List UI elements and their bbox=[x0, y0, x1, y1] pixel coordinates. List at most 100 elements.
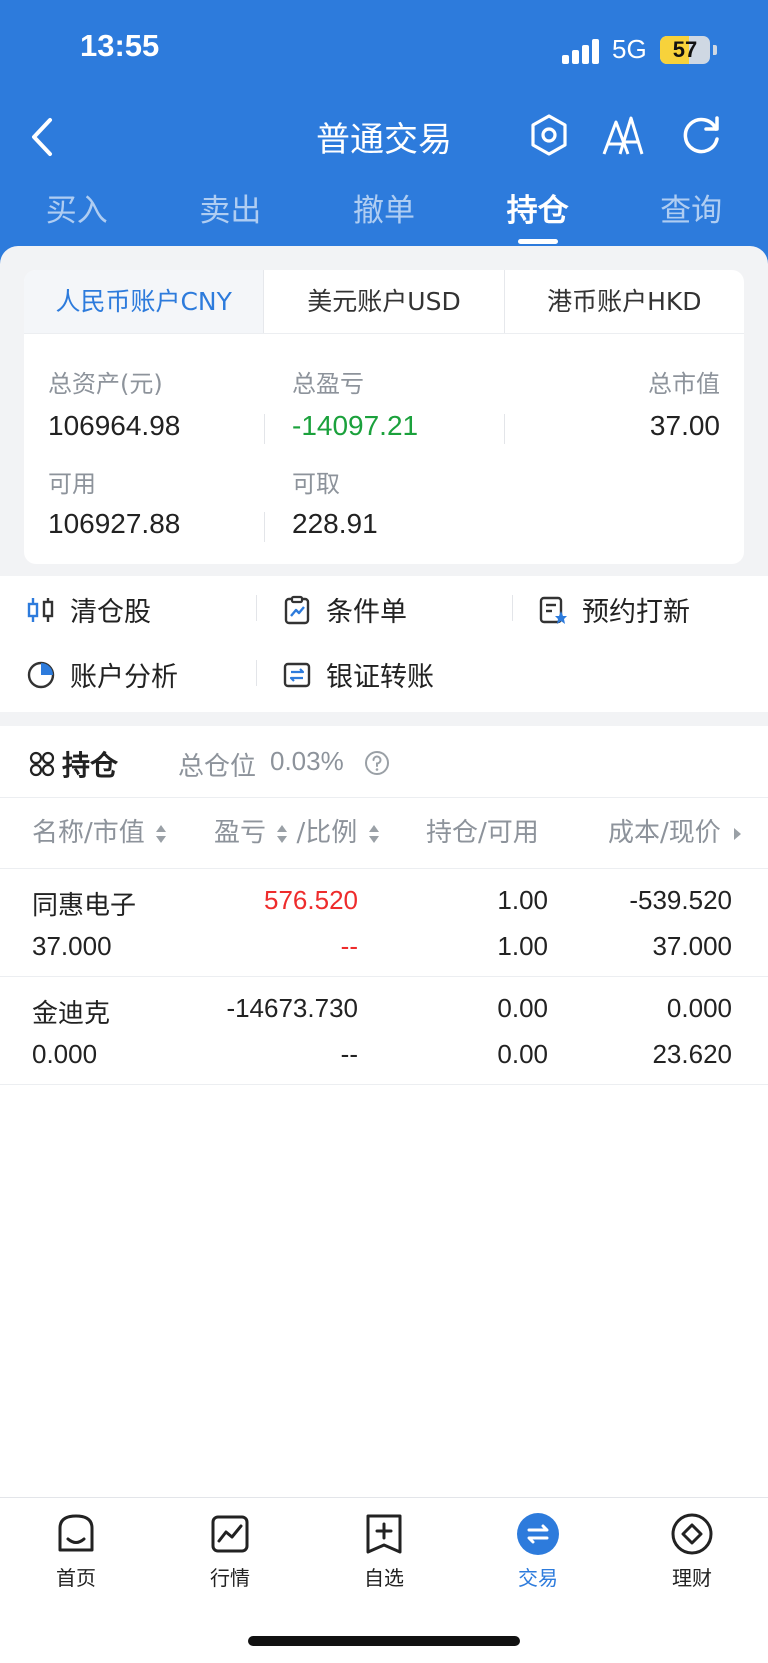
help-icon[interactable] bbox=[364, 750, 390, 776]
refresh-icon bbox=[683, 116, 719, 154]
current-price: 37.000 bbox=[652, 931, 732, 961]
bank-transfer-button[interactable]: 银证转账 bbox=[282, 655, 434, 694]
sort-icon bbox=[368, 824, 379, 843]
nav-home-label: 首页 bbox=[56, 1566, 96, 1590]
sort-icon bbox=[156, 824, 167, 843]
account-analysis-button[interactable]: 账户分析 bbox=[26, 655, 178, 694]
divider bbox=[264, 414, 265, 444]
clear-stock-icon bbox=[27, 597, 54, 622]
ipo-subscribe-icon bbox=[539, 596, 567, 624]
page-title: 普通交易 bbox=[316, 120, 452, 160]
total-pnl-value: -14097.21 bbox=[292, 410, 419, 441]
col-cost-price[interactable]: 成本/现价 bbox=[608, 798, 743, 868]
col-holding-available: 持仓/可用 bbox=[426, 818, 539, 848]
cost-price: 0.000 bbox=[666, 993, 732, 1023]
col-cost-label: 成本/现价 bbox=[608, 818, 721, 848]
section-separator bbox=[0, 712, 768, 726]
header-bar: 13:55 5G 57 普通交易 买入 卖出 撤单 持仓 查询 bbox=[0, 0, 768, 270]
tab-sell[interactable]: 卖出 bbox=[154, 188, 308, 248]
account-analysis-label: 账户分析 bbox=[70, 662, 178, 693]
col-pnl-label: 盈亏 bbox=[214, 818, 267, 848]
settings-button[interactable] bbox=[526, 112, 572, 158]
pie-chart-icon bbox=[27, 661, 55, 688]
battery-tip bbox=[713, 45, 717, 55]
tab-hkd-account[interactable]: 港币账户HKD bbox=[503, 270, 744, 333]
clear-stock-button[interactable]: 清仓股 bbox=[26, 590, 151, 629]
condition-order-label: 条件单 bbox=[326, 597, 407, 628]
positions-grid-icon bbox=[29, 751, 55, 777]
nav-home[interactable]: 首页 bbox=[16, 1512, 136, 1591]
tab-cancel[interactable]: 撤单 bbox=[307, 188, 461, 248]
pnl-ratio: -- bbox=[340, 931, 358, 961]
refresh-button[interactable] bbox=[678, 112, 724, 158]
account-card: 人民币账户CNY 美元账户USD 港币账户HKD 总资产(元) 106964.9… bbox=[24, 270, 744, 564]
position-ratio-value: 0.03% bbox=[270, 746, 344, 776]
col-name-label: 名称/市值 bbox=[32, 818, 145, 848]
available-qty: 0.00 bbox=[497, 1039, 548, 1069]
font-size-icon bbox=[602, 116, 644, 155]
market-value: 0.000 bbox=[32, 1039, 98, 1069]
nav-wealth[interactable]: 理财 bbox=[632, 1512, 752, 1591]
account-panel: 人民币账户CNY 美元账户USD 港币账户HKD 总资产(元) 106964.9… bbox=[0, 246, 768, 576]
total-market-value-label: 总市值 bbox=[648, 370, 720, 398]
back-icon bbox=[32, 118, 52, 156]
available-label: 可用 bbox=[48, 470, 96, 498]
market-value: 37.000 bbox=[32, 931, 112, 961]
total-market-value: 37.00 bbox=[649, 410, 720, 441]
col-pnl-ratio[interactable]: 盈亏 /比例 bbox=[214, 798, 380, 868]
tab-positions[interactable]: 持仓 bbox=[461, 188, 615, 248]
withdrawable-label: 可取 bbox=[292, 470, 340, 498]
col-name-market-value[interactable]: 名称/市值 bbox=[32, 798, 167, 868]
stock-name: 同惠电子 bbox=[32, 891, 137, 921]
divider bbox=[264, 512, 265, 542]
wealth-icon bbox=[671, 1513, 713, 1555]
withdrawable-value: 228.91 bbox=[292, 508, 378, 539]
available-value: 106927.88 bbox=[48, 508, 181, 539]
nav-trade-label: 交易 bbox=[518, 1566, 558, 1590]
cost-price: -539.520 bbox=[629, 885, 732, 915]
table-row[interactable]: 同惠电子 37.000 576.520 -- 1.00 1.00 -539.52… bbox=[0, 869, 768, 977]
status-time: 13:55 bbox=[80, 28, 160, 63]
tab-cny-account[interactable]: 人民币账户CNY bbox=[24, 270, 264, 333]
nav-market[interactable]: 行情 bbox=[170, 1512, 290, 1591]
home-icon bbox=[58, 1514, 94, 1552]
battery-level: 57 bbox=[672, 37, 698, 62]
divider bbox=[504, 414, 505, 444]
positions-header: 持仓 总仓位 0.03% bbox=[0, 726, 768, 798]
table-row[interactable]: 金迪克 0.000 -14673.730 -- 0.00 0.00 0.000 … bbox=[0, 977, 768, 1085]
divider bbox=[256, 595, 257, 621]
current-price: 23.620 bbox=[652, 1039, 732, 1069]
pnl-value: 576.520 bbox=[264, 885, 358, 915]
nav-trade[interactable]: 交易 bbox=[478, 1512, 598, 1591]
back-button[interactable] bbox=[24, 112, 64, 162]
nav-watchlist-label: 自选 bbox=[364, 1566, 404, 1590]
sort-icon bbox=[277, 824, 288, 843]
font-size-button[interactable] bbox=[600, 112, 646, 158]
trade-icon bbox=[517, 1513, 559, 1555]
battery-icon: 57 bbox=[660, 36, 710, 64]
signal-icon bbox=[562, 38, 602, 64]
network-type: 5G bbox=[612, 34, 647, 64]
nav-watchlist[interactable]: 自选 bbox=[324, 1512, 444, 1591]
tab-query[interactable]: 查询 bbox=[614, 188, 768, 248]
nav-market-label: 行情 bbox=[210, 1566, 250, 1590]
pnl-value: -14673.730 bbox=[226, 993, 358, 1023]
tab-buy[interactable]: 买入 bbox=[0, 188, 154, 248]
condition-order-button[interactable]: 条件单 bbox=[282, 590, 407, 629]
col-ratio-label: /比例 bbox=[296, 818, 358, 848]
settings-hex-icon bbox=[531, 114, 567, 156]
transfer-icon bbox=[283, 662, 311, 687]
total-assets-value: 106964.98 bbox=[48, 410, 181, 441]
holding-qty: 1.00 bbox=[497, 885, 548, 915]
nav-wealth-label: 理财 bbox=[672, 1566, 712, 1590]
total-pnl-label: 总盈亏 bbox=[292, 370, 364, 398]
market-icon bbox=[211, 1515, 249, 1553]
ipo-subscribe-button[interactable]: 预约打新 bbox=[538, 590, 690, 629]
bank-transfer-label: 银证转账 bbox=[326, 662, 434, 693]
condition-order-icon bbox=[284, 595, 310, 624]
chevron-right-icon bbox=[734, 827, 742, 840]
stock-name: 金迪克 bbox=[32, 999, 111, 1029]
tab-usd-account[interactable]: 美元账户USD bbox=[263, 270, 503, 333]
ipo-subscribe-label: 预约打新 bbox=[582, 597, 690, 628]
currency-tabs: 人民币账户CNY 美元账户USD 港币账户HKD bbox=[24, 270, 744, 334]
